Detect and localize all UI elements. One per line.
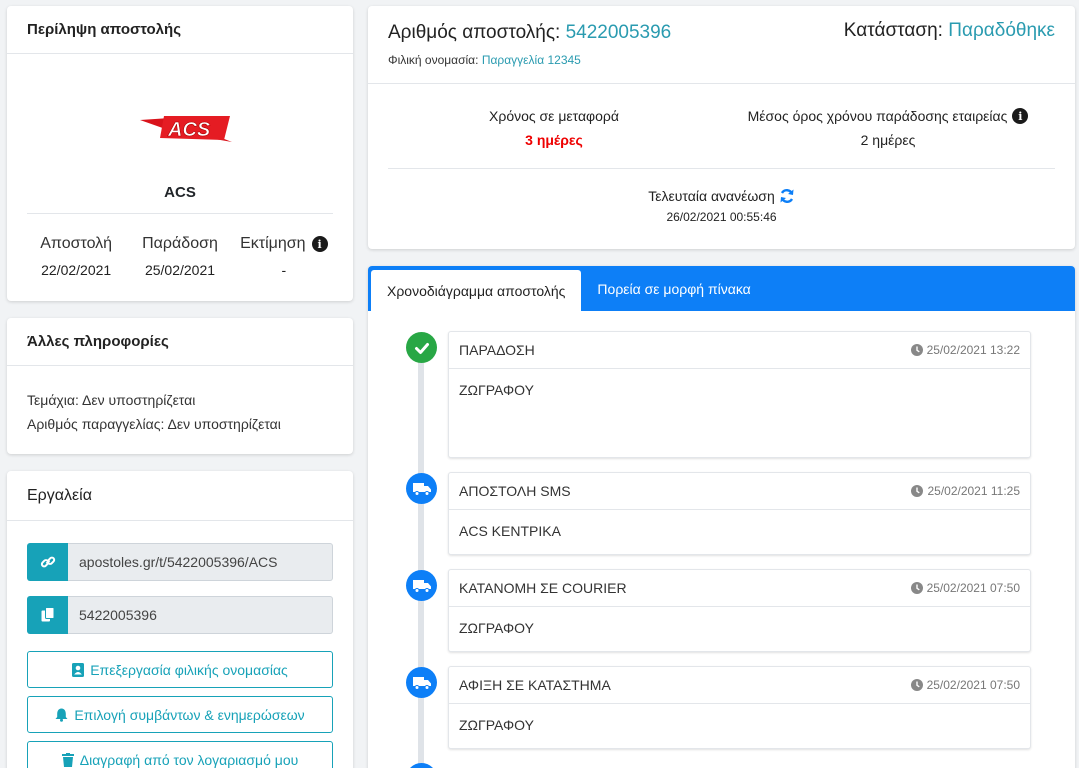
timeline-line: [418, 346, 424, 768]
acs-logo: ACS: [140, 116, 232, 142]
dispatch-date: Αποστολή 22/02/2021: [25, 235, 127, 278]
estimate-label: Εκτίμηση: [240, 235, 306, 252]
clock-icon: [910, 344, 923, 356]
average-delivery-value: 2 ημέρες: [860, 132, 916, 148]
shipment-status: Κατάσταση: Παραδόθηκε: [844, 20, 1055, 42]
estimate-value: -: [281, 262, 287, 278]
transit-time-value: 3 ημέρες: [525, 132, 583, 148]
tab-timeline[interactable]: Χρονοδιάγραμμα αποστολής: [371, 270, 582, 311]
other-info-card: Άλλες πληροφορίες Τεμάχια: Δεν υποστηρίζ…: [7, 318, 353, 454]
delete-from-account-label: Διαγραφή από τον λογαριασμό μου: [79, 751, 299, 768]
event-date: 25/02/2021 07:50: [926, 678, 1020, 692]
order-number-text: Αριθμός παραγγελίας: Δεν υποστηρίζεται: [27, 416, 281, 432]
friendly-name-label: Φιλική ονομασία:: [388, 53, 479, 67]
tab-table[interactable]: Πορεία σε μορφή πίνακα: [581, 266, 766, 311]
summary-title: Περίληψη αποστολής: [7, 6, 353, 54]
event-location: ΖΩΓΡΑΦΟΥ: [459, 717, 534, 733]
event-node: [406, 570, 437, 601]
copy-number-button[interactable]: [27, 596, 68, 634]
truck-icon: [412, 482, 431, 496]
truck-icon: [412, 676, 431, 690]
shipment-number-value: 5422005396: [565, 22, 672, 43]
event-location: ΖΩΓΡΑΦΟΥ: [459, 382, 534, 398]
clock-icon: [911, 485, 924, 497]
info-icon[interactable]: i: [311, 236, 328, 252]
tracking-number-field[interactable]: 5422005396: [68, 596, 333, 634]
tools-title: Εργαλεία: [7, 471, 353, 521]
logo-text: ACS: [167, 119, 211, 141]
divider: [368, 83, 1075, 84]
share-link-field[interactable]: apostoles.gr/t/5422005396/ACS: [68, 543, 333, 581]
timeline-event: ΠΑΡΑΔΟΣΗ 25/02/2021 13:22 ΖΩΓΡΑΦΟΥ: [448, 331, 1031, 458]
event-node: [406, 473, 437, 504]
dispatch-label: Αποστολή: [40, 235, 113, 252]
info-icon[interactable]: i: [1012, 108, 1029, 124]
shipment-number-label: Αριθμός αποστολής:: [388, 22, 561, 43]
friendly-name: Φιλική ονομασία: Παραγγελία 12345: [388, 53, 581, 67]
event-node-delivered: [406, 332, 437, 363]
event-node: [406, 763, 437, 768]
clock-icon: [910, 582, 923, 594]
transit-time-stat: Χρόνος σε μεταφορά 3 ημέρες: [368, 108, 740, 148]
select-events-label: Επιλογή συμβάντων & ενημερώσεων: [74, 706, 305, 723]
clock-icon: [910, 679, 923, 691]
tools-card: Εργαλεία apostoles.gr/t/5422005396/ACS 5…: [7, 471, 353, 768]
event-date: 25/02/2021 07:50: [926, 581, 1020, 595]
event-node: [406, 667, 437, 698]
delivery-date: Παράδοση 25/02/2021: [129, 235, 231, 278]
timeline-event: ΚΑΤΑΝΟΜΗ ΣΕ COURIER 25/02/2021 07:50 ΖΩΓΡ…: [448, 569, 1031, 652]
delete-from-account-button[interactable]: Διαγραφή από τον λογαριασμό μου: [27, 741, 333, 768]
dispatch-value: 22/02/2021: [41, 262, 112, 278]
other-info-title: Άλλες πληροφορίες: [7, 318, 353, 366]
check-icon: [414, 342, 429, 354]
refresh-icon[interactable]: [779, 188, 795, 204]
select-events-button[interactable]: Επιλογή συμβάντων & ενημερώσεων: [27, 696, 333, 733]
edit-friendly-name-button[interactable]: Επεξεργασία φιλικής ονομασίας: [27, 651, 333, 688]
trash-icon: [61, 752, 74, 767]
divider: [27, 213, 333, 214]
delivery-label: Παράδοση: [142, 235, 218, 252]
last-refresh-label: Τελευταία ανανέωση: [648, 188, 775, 204]
average-delivery-stat: Μέσος όρος χρόνου παράδοσης εταιρείας i 2…: [740, 108, 1036, 148]
shipment-header-card: Αριθμός αποστολής: 5422005396 Φιλική ονο…: [368, 6, 1075, 249]
divider: [388, 168, 1055, 169]
truck-icon: [412, 579, 431, 593]
event-location: ΖΩΓΡΑΦΟΥ: [459, 620, 534, 636]
copy-icon: [41, 607, 54, 622]
pieces-text: Τεμάχια: Δεν υποστηρίζεται: [27, 392, 196, 408]
shipment-summary-card: Περίληψη αποστολής ACS ACS Αποστολή 22/0…: [7, 6, 353, 301]
timeline-event: ΑΠΟΣΤΟΛΗ SMS 25/02/2021 11:25 ACS ΚΕΝΤΡΙΚ…: [448, 472, 1031, 555]
event-title: ΚΑΤΑΝΟΜΗ ΣΕ COURIER: [459, 580, 627, 596]
edit-friendly-name-label: Επεξεργασία φιλικής ονομασίας: [90, 661, 288, 678]
carrier-name: ACS: [164, 184, 196, 201]
status-label: Κατάσταση:: [843, 20, 943, 41]
bell-icon: [55, 708, 68, 722]
delivery-value: 25/02/2021: [144, 262, 216, 278]
copy-number-group: 5422005396: [27, 596, 333, 634]
timeline-card: Χρονοδιάγραμμα αποστολής Πορεία σε μορφή…: [368, 266, 1075, 768]
estimate-date: Εκτίμηση i -: [233, 235, 335, 278]
timeline-event: ΑΦΙΞΗ ΣΕ ΚΑΤΑΣΤΗΜΑ 25/02/2021 07:50 ΖΩΓΡΑ…: [448, 666, 1031, 749]
shipment-number: Αριθμός αποστολής: 5422005396: [388, 22, 671, 44]
status-value: Παραδόθηκε: [948, 20, 1055, 41]
event-title: ΠΑΡΑΔΟΣΗ: [459, 342, 535, 358]
shipment-dates: Αποστολή 22/02/2021 Παράδοση 25/02/2021 …: [25, 235, 335, 278]
event-location: ACS ΚΕΝΤΡΙΚΑ: [459, 523, 561, 539]
copy-link-button[interactable]: [27, 543, 68, 581]
timeline-tabs: Χρονοδιάγραμμα αποστολής Πορεία σε μορφή…: [368, 266, 1075, 311]
contact-card-icon: [72, 662, 85, 677]
transit-time-label: Χρόνος σε μεταφορά: [489, 108, 619, 124]
last-refresh-time: 26/02/2021 00:55:46: [666, 210, 777, 224]
average-delivery-label: Μέσος όρος χρόνου παράδοσης εταιρείας: [747, 108, 1008, 124]
event-title: ΑΦΙΞΗ ΣΕ ΚΑΤΑΣΤΗΜΑ: [459, 677, 611, 693]
event-date: 25/02/2021 11:25: [927, 484, 1020, 498]
last-refresh: Τελευταία ανανέωση 26/02/2021 00:55:46: [368, 188, 1075, 224]
share-link-group: apostoles.gr/t/5422005396/ACS: [27, 543, 333, 581]
link-icon: [40, 556, 55, 568]
event-title: ΑΠΟΣΤΟΛΗ SMS: [459, 483, 571, 499]
friendly-name-value[interactable]: Παραγγελία 12345: [482, 53, 581, 67]
event-date: 25/02/2021 13:22: [926, 343, 1020, 357]
